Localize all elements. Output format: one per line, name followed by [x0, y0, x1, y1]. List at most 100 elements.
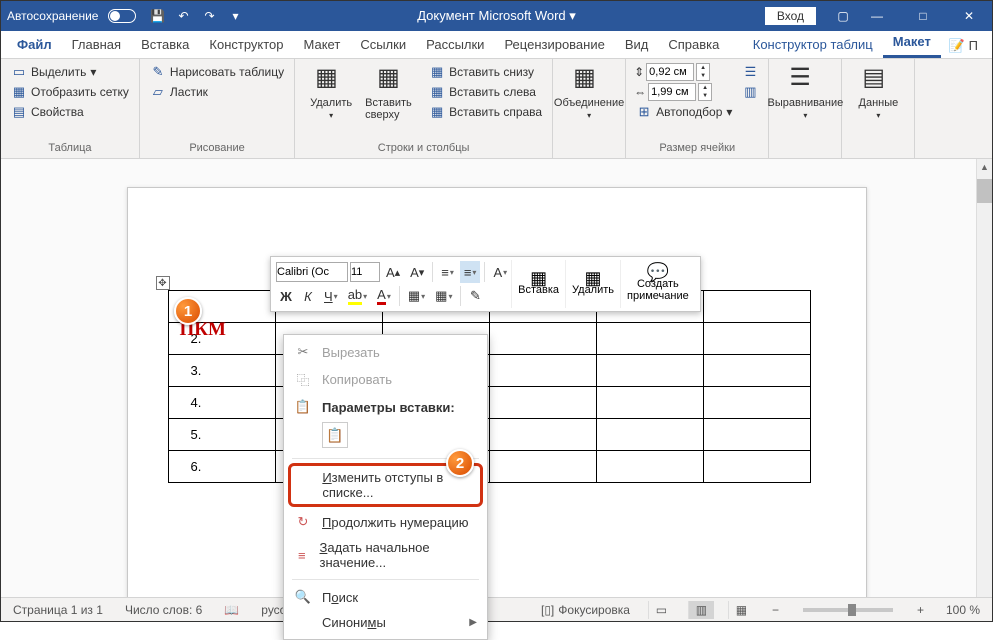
properties-button[interactable]: ▤Свойства — [9, 103, 131, 121]
tab-review[interactable]: Рецензирование — [494, 33, 614, 58]
tab-help[interactable]: Справка — [658, 33, 729, 58]
tab-insert[interactable]: Вставка — [131, 33, 199, 58]
ribbon-options-icon[interactable]: ▢ — [834, 7, 852, 25]
view-print-button[interactable]: ▥ — [688, 601, 714, 619]
delete-button[interactable]: ▦Удалить▾ — [303, 63, 359, 120]
delete-table-icon: ▦ — [315, 63, 347, 95]
close-button[interactable]: ✕ — [946, 1, 992, 31]
font-name-input[interactable] — [276, 262, 348, 282]
login-button[interactable]: Вход — [765, 7, 816, 25]
autofit-icon: ⊞ — [636, 104, 652, 120]
spellcheck-icon[interactable]: 📖 — [220, 603, 243, 617]
cell-6-1[interactable]: 6. — [168, 451, 275, 483]
insert-left-button[interactable]: ▦Вставить слева — [427, 83, 544, 101]
menu-search[interactable]: 🔍Поиск — [284, 584, 487, 610]
minimize-button[interactable]: — — [854, 1, 900, 31]
page[interactable]: ✥ 2. 3. 4. 5. 6. ПКМ — [127, 187, 867, 597]
cell-4-1[interactable]: 4. — [168, 387, 275, 419]
width-icon: ⇔ — [634, 85, 646, 99]
page-indicator[interactable]: Страница 1 из 1 — [9, 603, 107, 617]
annotation-badge-2: 2 — [446, 449, 474, 477]
alignment-button[interactable]: ☰Выравнивание▾ — [777, 63, 833, 120]
mini-delete-button[interactable]: ▦Удалить — [565, 260, 620, 308]
tab-references[interactable]: Ссылки — [350, 33, 416, 58]
insert-above-button[interactable]: ▦Вставить сверху — [365, 63, 421, 121]
bold-button[interactable]: Ж — [276, 285, 296, 307]
cell-3-1[interactable]: 3. — [168, 355, 275, 387]
bullets-button[interactable]: ≡ — [437, 261, 458, 283]
pencil-icon: ✎ — [150, 64, 166, 80]
font-color-button[interactable]: A — [373, 285, 395, 307]
data-button[interactable]: ▤Данные▾ — [850, 63, 906, 120]
menu-synonyms[interactable]: Синонимы▶ — [284, 610, 487, 635]
view-read-button[interactable]: ▭ — [648, 601, 674, 619]
cursor-icon: ▭ — [11, 64, 27, 80]
menu-set-numbering-value[interactable]: ≡Задать начальное значение... — [284, 535, 487, 575]
redo-icon[interactable]: ↷ — [200, 7, 218, 25]
insert-left-icon: ▦ — [429, 84, 445, 100]
numbering-button[interactable]: ≡ — [460, 261, 481, 283]
menu-paste-options-label: 📋Параметры вставки: — [284, 394, 487, 420]
document-table[interactable]: 2. 3. 4. 5. 6. — [168, 290, 811, 483]
format-painter-button[interactable]: ✎ — [465, 285, 485, 307]
insert-above-icon: ▦ — [377, 63, 409, 95]
col-width-input[interactable]: ⇔▲▼ — [634, 83, 734, 101]
undo-icon[interactable]: ↶ — [174, 7, 192, 25]
tab-view[interactable]: Вид — [615, 33, 659, 58]
tab-mailings[interactable]: Рассылки — [416, 33, 494, 58]
autofit-button[interactable]: ⊞Автоподбор ▾ — [634, 103, 734, 121]
tab-table-design[interactable]: Конструктор таблиц — [743, 33, 883, 58]
mini-insert-button[interactable]: ▦Вставка — [511, 260, 565, 308]
maximize-button[interactable]: □ — [900, 1, 946, 31]
tab-file[interactable]: Файл — [7, 33, 62, 58]
share-button[interactable]: 📝 П — [941, 34, 986, 58]
zoom-slider[interactable] — [803, 608, 893, 612]
save-icon[interactable]: 💾 — [148, 7, 166, 25]
distribute-cols-button[interactable]: ▥ — [740, 83, 760, 101]
tab-table-layout[interactable]: Макет — [883, 30, 941, 58]
select-button[interactable]: ▭Выделить ▾ — [9, 63, 131, 81]
vertical-scrollbar[interactable]: ▲ — [976, 159, 992, 597]
draw-table-button[interactable]: ✎Нарисовать таблицу — [148, 63, 286, 81]
insert-below-button[interactable]: ▦Вставить снизу — [427, 63, 544, 81]
mini-comment-button[interactable]: 💬Создатьпримечание — [620, 260, 695, 308]
row-height-input[interactable]: ⇕▲▼ — [634, 63, 734, 81]
menu-continue-numbering[interactable]: ↻Продолжить нумерацию — [284, 509, 487, 535]
merge-button[interactable]: ▦Объединение▾ — [561, 63, 617, 120]
paste-keep-formatting[interactable]: 📋 — [322, 422, 348, 448]
qat-dropdown-icon[interactable]: ▾ — [226, 7, 244, 25]
grow-font-button[interactable]: A▴ — [382, 261, 404, 283]
shading-button[interactable]: ▦ — [404, 285, 429, 307]
menu-cut[interactable]: ✂Вырезать — [284, 339, 487, 365]
tab-home[interactable]: Главная — [62, 33, 131, 58]
zoom-level[interactable]: 100 % — [942, 603, 984, 617]
group-merge-label — [561, 140, 617, 158]
group-table-label: Таблица — [9, 140, 131, 158]
table-move-handle[interactable]: ✥ — [156, 276, 170, 290]
group-data-label — [850, 140, 906, 158]
zoom-in-button[interactable]: + — [913, 603, 928, 617]
autosave-toggle[interactable] — [108, 9, 136, 23]
shrink-font-button[interactable]: A▾ — [406, 261, 428, 283]
menu-copy[interactable]: ⿻Копировать — [284, 365, 487, 394]
align-icon: ☰ — [789, 63, 821, 95]
borders-button[interactable]: ▦ — [431, 285, 456, 307]
distribute-rows-button[interactable]: ☰ — [740, 63, 760, 81]
table-delete-icon: ▦ — [585, 272, 602, 284]
show-grid-button[interactable]: ▦Отобразить сетку — [9, 83, 131, 101]
underline-button[interactable]: Ч — [320, 285, 342, 307]
word-count[interactable]: Число слов: 6 — [121, 603, 206, 617]
cell-5-1[interactable]: 5. — [168, 419, 275, 451]
focus-mode-button[interactable]: [▯] Фокусировка — [537, 603, 634, 617]
tab-design[interactable]: Конструктор — [199, 33, 293, 58]
insert-right-button[interactable]: ▦Вставить справа — [427, 103, 544, 121]
styles-button[interactable]: A — [489, 261, 511, 283]
font-size-input[interactable] — [350, 262, 380, 282]
tab-layout[interactable]: Макет — [294, 33, 351, 58]
view-web-button[interactable]: ▦ — [728, 601, 754, 619]
zoom-out-button[interactable]: − — [768, 603, 783, 617]
highlight-button[interactable]: ab — [344, 285, 371, 307]
eraser-button[interactable]: ▱Ластик — [148, 83, 286, 101]
window-title: Документ Microsoft Word ▾ — [417, 8, 576, 24]
italic-button[interactable]: К — [298, 285, 318, 307]
